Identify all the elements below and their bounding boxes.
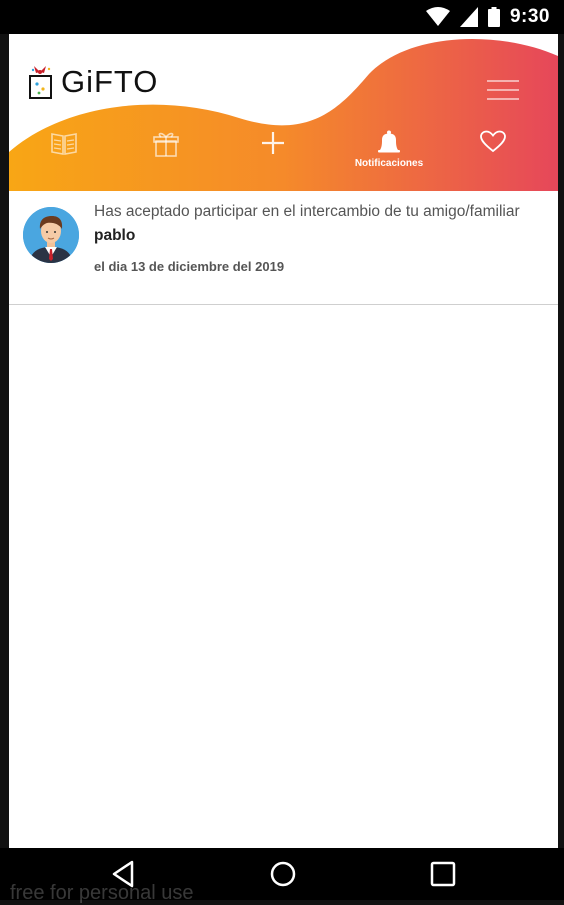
book-icon [51,133,77,155]
battery-icon [487,7,500,27]
app-logo: GiFTO [27,60,158,104]
status-bar: 9:30 [0,0,564,34]
signal-icon [459,7,478,27]
nav-item-add[interactable] [254,130,292,178]
notification-user-name: pablo [94,227,136,244]
notification-date: el dia 13 de diciembre del 2019 [94,259,285,274]
notification-item[interactable]: Has aceptado participar en el intercambi… [9,191,558,305]
nav-item-book[interactable] [45,130,83,178]
notification-message: Has aceptado participar en el intercambi… [94,200,534,248]
nav-item-favorites[interactable] [474,130,512,178]
app-screen: GiFTO Notificaciones Has aceptado partic… [9,34,558,848]
notification-text: Has aceptado participar en el intercambi… [94,203,520,220]
home-icon [270,861,296,887]
gift-icon [153,132,179,157]
nav-label-notificaciones: Notificaciones [354,158,424,169]
watermark: free for personal use [10,882,194,904]
bell-icon [378,130,400,153]
gift-box-logo-icon [29,66,52,99]
status-time: 9:30 [509,6,550,27]
recents-icon [430,861,456,887]
nav-item-gift[interactable] [147,130,185,178]
top-nav: Notificaciones [9,130,558,178]
hamburger-menu-button[interactable] [487,80,519,100]
app-name: GiFTO [61,64,159,99]
home-button[interactable] [263,858,303,890]
heart-icon [480,130,506,153]
wifi-icon [425,7,450,26]
plus-icon [262,132,284,154]
avatar [23,207,79,263]
recents-button[interactable] [423,858,463,890]
header: GiFTO Notificaciones [9,34,558,191]
nav-item-notificaciones[interactable]: Notificaciones [339,130,439,178]
